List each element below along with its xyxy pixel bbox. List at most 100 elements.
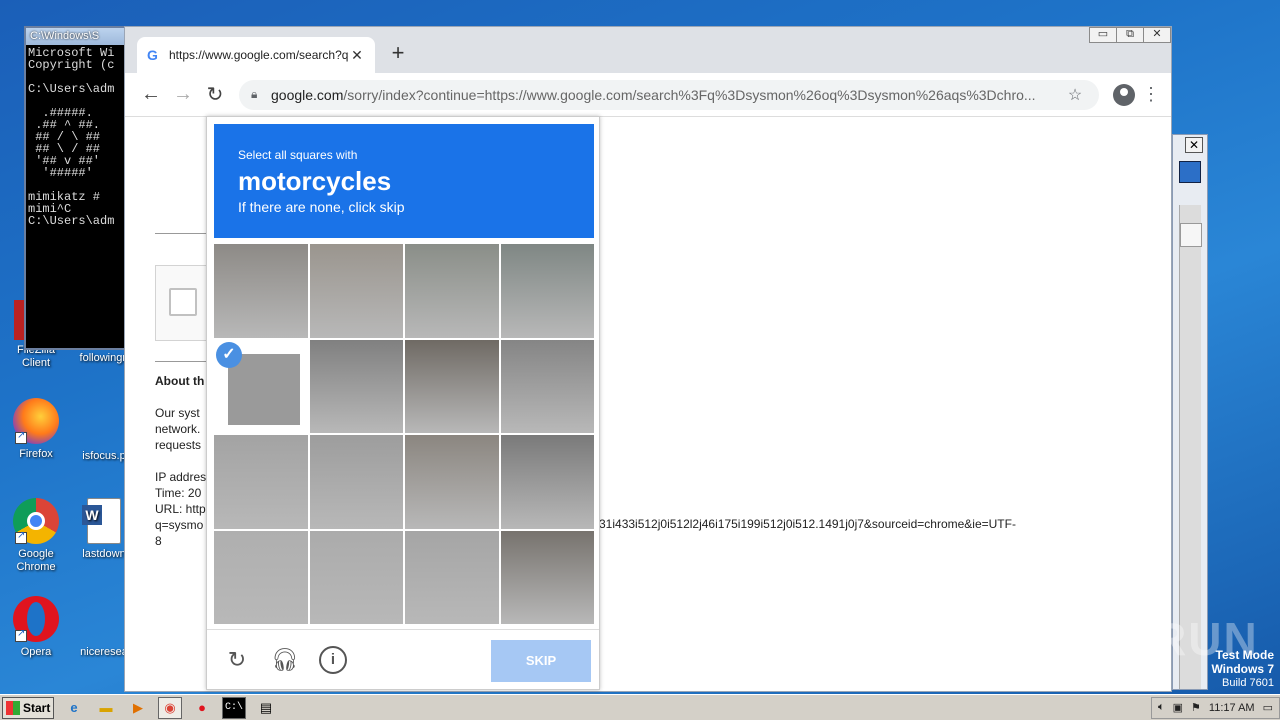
desktop-icon-opera[interactable]: Opera [4,596,68,659]
test-mode-line: Test Mode [1215,648,1274,662]
word-document-icon: W [82,498,121,544]
captcha-tile[interactable] [309,339,403,433]
cmd-taskbar-icon[interactable]: C:\ [222,696,246,719]
background-window[interactable]: ✕ [1172,134,1208,690]
scrollbar-thumb[interactable] [1180,223,1202,247]
ip-address-line: IP addres [155,470,207,484]
recaptcha-checkbox[interactable] [169,288,197,316]
windows-version-line: Windows 7 [1211,662,1274,676]
build-line: Build 7601 [1222,677,1274,689]
network-icon[interactable]: ▣ [1173,701,1183,714]
opera-icon [13,596,59,642]
internet-explorer-icon[interactable]: e [62,697,86,719]
captcha-image-grid: ✓ [214,244,594,624]
time-line: Time: 20 [155,486,202,500]
taskbar: Start e ▬ ▶ ◉ ● C:\ ▤ 🔈︎ ▣ ⚑ 11:17 AM ▭ [0,694,1280,720]
tab-google-search[interactable]: G https://www.google.com/search?q= ✕ [137,37,375,73]
captcha-tile[interactable] [405,339,499,433]
captcha-tile[interactable] [214,244,308,338]
captcha-hint: If there are none, click skip [238,199,405,215]
desktop-icon-label: Opera [20,646,52,658]
address-bar[interactable]: 🔒︎ google.com/sorry/index?continue=https… [239,79,1099,110]
url-path: /sorry/index?continue=https://www.google… [343,86,1036,103]
captcha-header: Select all squares with motorcycles If t… [214,124,594,238]
captcha-challenge: Select all squares with motorcycles If t… [206,116,600,690]
desktop-icon-firefox[interactable]: Firefox [4,398,68,461]
system-tray: 🔈︎ ▣ ⚑ 11:17 AM ▭ [1151,696,1280,719]
page-text-line: Our syst [155,406,200,420]
cmd-title-bar[interactable]: C:\Windows\S [26,28,132,45]
search-icon[interactable] [1179,161,1201,183]
checkmark-icon: ✓ [216,341,242,368]
close-icon[interactable]: ✕ [1185,137,1203,153]
shortcut-arrow-icon [15,628,27,642]
cmd-output: Microsoft Wi Copyright (c C:\Users\adm .… [28,46,115,228]
reload-icon[interactable]: ↻ [199,82,231,107]
browser-toolbar: ← → ↻ 🔒︎ google.com/sorry/index?continue… [125,73,1171,117]
menu-kebab-icon[interactable]: ⋮ [1141,84,1161,105]
notepad-taskbar-icon[interactable]: ▤ [254,697,278,719]
captcha-footer: ↻ 🎧︎ i SKIP [207,629,599,689]
show-desktop-icon[interactable]: ▭ [1263,701,1273,714]
shortcut-arrow-icon [15,530,27,544]
url-query-line: q=sysmo [155,518,204,532]
start-label: Start [23,700,51,715]
url-tail-text: 31i433i512j0i512l2j46i175i199i512j0i512.… [599,517,1016,531]
desktop-icon-label: Firefox [19,448,53,460]
desktop-icon-chrome[interactable]: Google Chrome [4,498,68,574]
flag-icon[interactable]: ⚑ [1191,701,1201,714]
page-text-line: network. [155,422,201,436]
new-tab-button[interactable]: + [387,40,409,66]
captcha-tile[interactable] [405,530,499,624]
restore-button[interactable]: ⧉ [1116,27,1144,43]
captcha-tile[interactable] [405,435,499,529]
clock[interactable]: 11:17 AM [1209,702,1255,714]
captcha-tile[interactable] [309,435,403,529]
tab-close-icon[interactable]: ✕ [349,47,365,64]
test-mode-text: Test Mode Windows 7 Build 7601 [1211,648,1274,690]
cmd-window[interactable]: C:\Windows\S Microsoft Wi Copyright (c C… [24,26,134,350]
url-line: URL: http [155,502,206,516]
explorer-folder-icon[interactable]: ▬ [94,697,118,719]
captcha-tile[interactable] [500,530,594,624]
skip-button[interactable]: SKIP [491,640,591,682]
captcha-tile[interactable]: ✓ [214,339,308,433]
close-button[interactable]: ✕ [1143,27,1171,43]
profile-avatar-icon[interactable] [1113,83,1135,106]
opera-taskbar-icon[interactable]: ● [190,697,214,719]
minimize-button[interactable]: ▭ [1089,27,1117,43]
chrome-taskbar-icon[interactable]: ◉ [158,696,182,719]
captcha-instruction: Select all squares with [238,148,358,162]
cmd-title: C:\Windows\S [30,30,100,42]
window-controls: ▭ ⧉ ✕ [1089,27,1171,43]
back-icon[interactable]: ← [135,83,167,106]
captcha-tile[interactable] [405,244,499,338]
firefox-icon [13,398,59,444]
desktop-icon-label: Google Chrome [16,548,56,573]
info-icon[interactable]: i [319,646,347,674]
captcha-tile-image [228,353,300,425]
reload-icon[interactable]: ↻ [223,646,251,674]
lock-icon: 🔒︎ [251,87,258,101]
forward-icon[interactable]: → [167,83,199,106]
shortcut-arrow-icon [15,430,27,444]
audio-icon[interactable]: 🎧︎ [271,646,299,674]
windows-flag-icon [6,700,20,715]
chrome-icon [13,498,59,544]
url-text[interactable]: google.com/sorry/index?continue=https://… [271,87,1063,103]
about-heading: About th [155,374,205,388]
media-player-icon[interactable]: ▶ [126,697,150,719]
tab-strip: G https://www.google.com/search?q= ✕ + ▭… [125,27,1171,73]
captcha-tile[interactable] [214,530,308,624]
captcha-tile[interactable] [500,244,594,338]
captcha-tile[interactable] [500,339,594,433]
page-text-line: requests [155,438,202,452]
captcha-tile[interactable] [214,435,308,529]
google-logo-icon: G [147,47,158,63]
bookmark-star-icon[interactable]: ☆ [1063,85,1087,105]
captcha-tile[interactable] [309,244,403,338]
volume-icon[interactable]: 🔈︎ [1158,701,1165,714]
captcha-tile[interactable] [309,530,403,624]
start-button[interactable]: Start [2,696,54,719]
captcha-tile[interactable] [500,435,594,529]
